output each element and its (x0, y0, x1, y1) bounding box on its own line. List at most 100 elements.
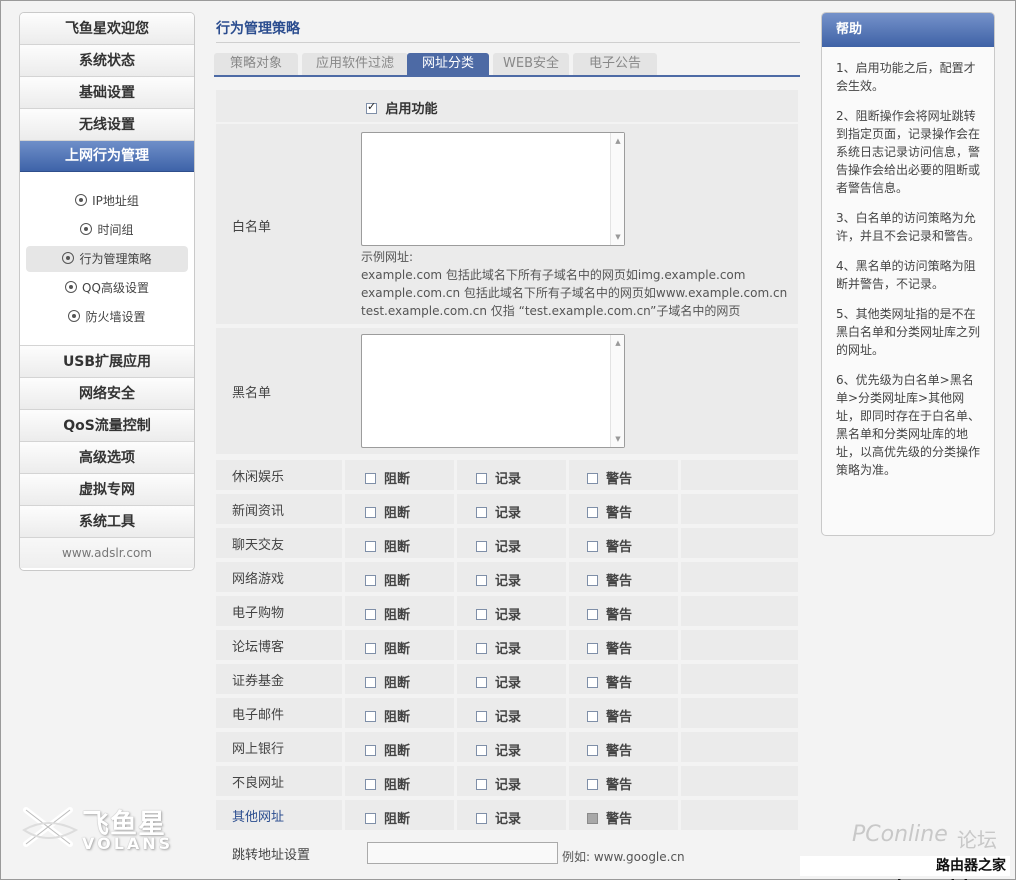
submenu-time-group[interactable]: 时间组 (26, 217, 188, 243)
checkbox-icon[interactable] (365, 541, 376, 552)
checkbox-icon[interactable] (587, 473, 598, 484)
submenu-ip-group[interactable]: IP地址组 (26, 188, 188, 214)
cell-separator (342, 766, 345, 796)
warn-checkbox[interactable]: 警告 (587, 502, 632, 521)
log-checkbox[interactable]: 记录 (476, 706, 521, 725)
checkbox-icon[interactable] (476, 813, 487, 824)
checkbox-icon[interactable] (587, 677, 598, 688)
log-checkbox[interactable]: 记录 (476, 502, 521, 521)
menu-qos[interactable]: QoS流量控制 (20, 410, 194, 442)
menu-system-status[interactable]: 系统状态 (20, 45, 194, 77)
log-checkbox[interactable]: 记录 (476, 604, 521, 623)
warn-checkbox[interactable]: 警告 (587, 638, 632, 657)
warn-checkbox[interactable]: 警告 (587, 536, 632, 555)
block-checkbox[interactable]: 阻断 (365, 672, 410, 691)
redirect-url-input[interactable] (367, 842, 558, 864)
sidebar-footer-link[interactable]: www.adslr.com (20, 538, 194, 568)
warn-checkbox[interactable]: 警告 (587, 672, 632, 691)
checkbox-icon[interactable] (365, 779, 376, 790)
blacklist-textarea[interactable]: ▲ ▼ (361, 334, 625, 448)
log-checkbox[interactable]: 记录 (476, 740, 521, 759)
tab-web-security[interactable]: WEB安全 (493, 53, 569, 75)
checkbox-icon[interactable] (365, 575, 376, 586)
checkbox-icon[interactable] (587, 541, 598, 552)
block-checkbox[interactable]: 阻断 (365, 604, 410, 623)
checkbox-icon[interactable] (365, 609, 376, 620)
log-checkbox[interactable]: 记录 (476, 570, 521, 589)
checkbox-icon[interactable] (476, 677, 487, 688)
tab-bulletin[interactable]: 电子公告 (573, 53, 657, 75)
checkbox-icon[interactable] (476, 575, 487, 586)
block-checkbox[interactable]: 阻断 (365, 706, 410, 725)
log-checkbox[interactable]: 记录 (476, 468, 521, 487)
checkbox-icon[interactable] (476, 609, 487, 620)
warn-checkbox[interactable]: 警告 (587, 604, 632, 623)
checkbox-icon[interactable] (587, 507, 598, 518)
warn-checkbox[interactable]: 警告 (587, 774, 632, 793)
log-checkbox[interactable]: 记录 (476, 672, 521, 691)
checkbox-icon[interactable] (365, 643, 376, 654)
block-checkbox[interactable]: 阻断 (365, 774, 410, 793)
menu-system-tools[interactable]: 系统工具 (20, 506, 194, 538)
scrollbar[interactable]: ▲ ▼ (610, 335, 624, 447)
scroll-down-icon[interactable]: ▼ (611, 433, 625, 445)
checkbox-icon[interactable] (476, 745, 487, 756)
checkbox-icon[interactable] (476, 711, 487, 722)
log-checkbox[interactable]: 记录 (476, 536, 521, 555)
scroll-down-icon[interactable]: ▼ (611, 231, 625, 243)
warn-checkbox[interactable]: 警告 (587, 570, 632, 589)
checkbox-icon[interactable] (587, 643, 598, 654)
checkbox-icon[interactable] (365, 745, 376, 756)
scroll-up-icon[interactable]: ▲ (611, 337, 625, 349)
enable-checkbox[interactable]: 启用功能 (366, 98, 438, 117)
checkbox-icon[interactable] (587, 609, 598, 620)
log-checkbox[interactable]: 记录 (476, 808, 521, 827)
menu-basic-settings[interactable]: 基础设置 (20, 77, 194, 109)
log-checkbox[interactable]: 记录 (476, 638, 521, 657)
menu-wireless-settings[interactable]: 无线设置 (20, 109, 194, 141)
menu-usb[interactable]: USB扩展应用 (20, 346, 194, 378)
checkbox-icon[interactable] (365, 473, 376, 484)
checkbox-icon[interactable] (365, 813, 376, 824)
checkbox-icon[interactable] (476, 541, 487, 552)
checkbox-icon[interactable] (365, 507, 376, 518)
block-checkbox[interactable]: 阻断 (365, 808, 410, 827)
tab-url-category[interactable]: 网址分类 (407, 53, 489, 75)
scroll-up-icon[interactable]: ▲ (611, 135, 625, 147)
warn-checkbox[interactable]: 警告 (587, 808, 632, 827)
checkbox-icon[interactable] (587, 779, 598, 790)
whitelist-textarea[interactable]: ▲ ▼ (361, 132, 625, 246)
tab-app-filter[interactable]: 应用软件过滤 (302, 53, 408, 75)
menu-behavior-management[interactable]: 上网行为管理 (20, 141, 194, 172)
block-checkbox[interactable]: 阻断 (365, 740, 410, 759)
scrollbar[interactable]: ▲ ▼ (610, 133, 624, 245)
checkbox-checked-icon[interactable] (366, 100, 377, 114)
checkbox-icon[interactable] (476, 643, 487, 654)
checkbox-icon[interactable] (587, 745, 598, 756)
menu-advanced[interactable]: 高级选项 (20, 442, 194, 474)
checkbox-icon[interactable] (587, 711, 598, 722)
checkbox-icon[interactable] (476, 779, 487, 790)
menu-network-security[interactable]: 网络安全 (20, 378, 194, 410)
checkbox-icon[interactable] (476, 473, 487, 484)
menu-welcome[interactable]: 飞鱼星欢迎您 (20, 13, 194, 45)
submenu-behavior-policy[interactable]: 行为管理策略 (26, 246, 188, 272)
checkbox-icon[interactable] (476, 507, 487, 518)
warn-checkbox[interactable]: 警告 (587, 706, 632, 725)
log-checkbox[interactable]: 记录 (476, 774, 521, 793)
warn-checkbox[interactable]: 警告 (587, 468, 632, 487)
menu-vpn[interactable]: 虚拟专网 (20, 474, 194, 506)
submenu-qq-advanced[interactable]: QQ高级设置 (26, 275, 188, 301)
tab-policy-objects[interactable]: 策略对象 (214, 53, 298, 75)
warn-checkbox[interactable]: 警告 (587, 740, 632, 759)
block-checkbox[interactable]: 阻断 (365, 638, 410, 657)
block-checkbox[interactable]: 阻断 (365, 570, 410, 589)
checkbox-icon[interactable] (587, 813, 598, 824)
checkbox-icon[interactable] (365, 711, 376, 722)
submenu-firewall[interactable]: 防火墙设置 (26, 304, 188, 330)
checkbox-icon[interactable] (365, 677, 376, 688)
block-checkbox[interactable]: 阻断 (365, 536, 410, 555)
checkbox-icon[interactable] (587, 575, 598, 586)
block-checkbox[interactable]: 阻断 (365, 502, 410, 521)
block-checkbox[interactable]: 阻断 (365, 468, 410, 487)
